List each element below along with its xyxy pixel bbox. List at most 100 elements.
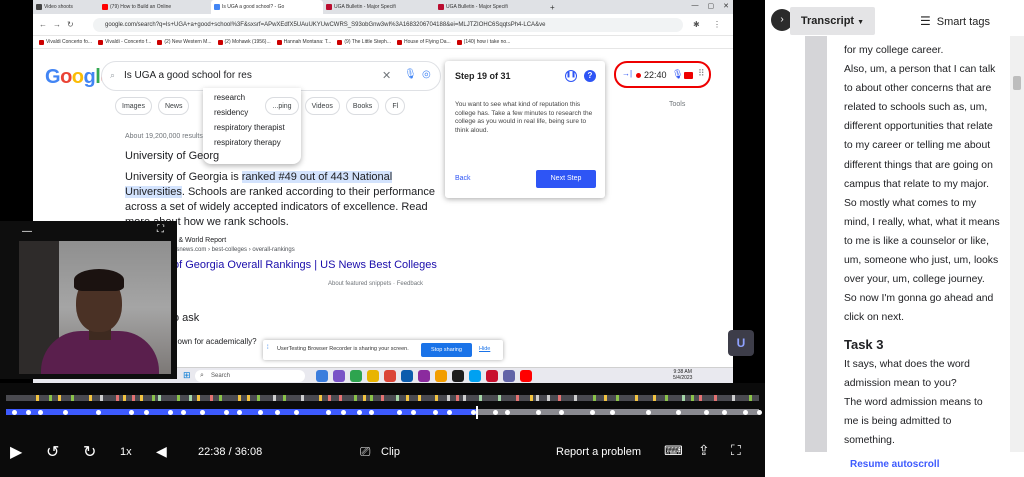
browser-tab[interactable]: UGA Bulletin - Major Specifi	[435, 0, 547, 14]
annotation-dot[interactable]	[200, 410, 205, 415]
annotation-dot[interactable]	[181, 410, 186, 415]
pause-icon[interactable]: ❚❚	[565, 70, 577, 82]
minimize-icon[interactable]: —	[692, 2, 699, 10]
annotation-dot[interactable]	[38, 410, 43, 415]
browser-tab[interactable]: (79) How to Build an Online	[99, 0, 211, 14]
camera-icon[interactable]	[684, 72, 693, 79]
menu-icon[interactable]: ⋮	[713, 20, 721, 29]
annotation-dot[interactable]	[471, 410, 476, 415]
annotation-dot[interactable]	[224, 410, 229, 415]
browser-tab[interactable]: Video shoots	[33, 0, 99, 14]
expand-webcam-icon[interactable]: ⛶	[157, 224, 164, 235]
back-button[interactable]: Back	[455, 175, 471, 182]
keyboard-icon[interactable]: ⌨	[664, 443, 683, 459]
bookmark[interactable]: (2) New Western M...	[157, 39, 212, 45]
transcript-dropdown[interactable]: Transcript ▼	[790, 7, 875, 35]
app-icon[interactable]	[418, 370, 430, 382]
extensions-icon[interactable]: ✱	[693, 20, 700, 29]
scrollbar[interactable]	[1010, 36, 1024, 452]
annotation-dot[interactable]	[536, 410, 541, 415]
annotation-dot[interactable]	[447, 410, 452, 415]
chip-flights[interactable]: Fl	[385, 97, 406, 115]
bookmark[interactable]: Hannah Montana: T...	[276, 39, 331, 45]
chip-shopping[interactable]: ...ping	[265, 97, 299, 115]
speed-button[interactable]: 1x	[120, 446, 132, 458]
app-icon[interactable]	[520, 370, 532, 382]
browser-tab[interactable]: UGA Bulletin - Major Specifi	[323, 0, 435, 14]
clip-icon[interactable]: ⎚	[360, 444, 370, 460]
app-icon[interactable]	[333, 370, 345, 382]
clear-icon[interactable]: ✕	[382, 69, 391, 82]
annotation-dot[interactable]	[12, 410, 17, 415]
annotation-dot[interactable]	[676, 410, 681, 415]
source-url[interactable]: usnews.com › best-colleges › overall-ran…	[173, 247, 295, 253]
annotation-dot[interactable]	[743, 410, 748, 415]
share-icon[interactable]: ⇪	[698, 442, 710, 459]
annotation-dot[interactable]	[397, 410, 402, 415]
annotation-dot[interactable]	[237, 410, 242, 415]
rewind-icon[interactable]: ↺	[46, 442, 59, 462]
people-also-ask-question[interactable]: nown for academically?	[173, 337, 257, 346]
annotation-dot[interactable]	[610, 410, 615, 415]
tools-button[interactable]: Tools	[669, 101, 685, 108]
annotation-dot[interactable]	[559, 410, 564, 415]
annotation-dot[interactable]	[722, 410, 727, 415]
bookmark[interactable]: (140) how i take no...	[456, 39, 510, 45]
app-icon[interactable]	[316, 370, 328, 382]
annotation-dot[interactable]	[590, 410, 595, 415]
mic-icon[interactable]: 🎙	[672, 69, 683, 80]
next-step-button[interactable]: Next Step	[536, 170, 596, 188]
mic-icon[interactable]: 🎙	[404, 69, 417, 80]
annotation-dot[interactable]	[505, 410, 510, 415]
annotation-dot[interactable]	[144, 410, 149, 415]
volume-icon[interactable]: ◀	[156, 443, 167, 460]
app-icon[interactable]	[367, 370, 379, 382]
featured-snippets-feedback[interactable]: About featured snippets · Feedback	[328, 281, 423, 287]
resume-autoscroll-button[interactable]: Resume autoscroll	[850, 459, 939, 470]
annotation-dot[interactable]	[493, 410, 498, 415]
app-icon[interactable]	[452, 370, 464, 382]
reload-icon[interactable]: ↻	[67, 20, 74, 29]
close-icon[interactable]: ✕	[723, 2, 729, 10]
chip-news[interactable]: News	[157, 97, 190, 115]
annotation-dot[interactable]	[411, 410, 416, 415]
annotation-dot[interactable]	[168, 410, 173, 415]
bookmark[interactable]: (2) Mohawk (1956)...	[217, 39, 271, 45]
suggestion[interactable]: respiratory therapist	[214, 123, 285, 132]
app-icon[interactable]	[350, 370, 362, 382]
playhead[interactable]	[476, 406, 479, 419]
annotation-dot[interactable]	[433, 410, 438, 415]
drag-handle-icon[interactable]: ⠿	[698, 68, 705, 79]
back-arrow-icon[interactable]: ←	[39, 20, 47, 29]
annotation-dot[interactable]	[275, 410, 280, 415]
bookmark[interactable]: (9) The Little Steph...	[337, 39, 391, 45]
annotation-dot[interactable]	[704, 410, 709, 415]
hide-link[interactable]: Hide	[479, 346, 490, 352]
browser-tab-active[interactable]: Is UGA a good school? - Go	[211, 0, 323, 14]
expand-arrow-icon[interactable]: →|	[622, 69, 632, 78]
annotation-dot[interactable]	[129, 410, 134, 415]
annotation-dot[interactable]	[26, 410, 31, 415]
bookmark[interactable]: Vivaldi Concerto fo...	[39, 39, 92, 45]
play-icon[interactable]: ▶	[10, 442, 22, 462]
forward-arrow-icon[interactable]: →	[53, 20, 61, 29]
app-icon[interactable]	[503, 370, 515, 382]
lens-icon[interactable]: ◎	[422, 69, 431, 80]
chip-videos[interactable]: Videos	[304, 97, 340, 115]
taskbar-search[interactable]: ⌕ Search	[195, 370, 305, 382]
annotation-dot[interactable]	[369, 410, 374, 415]
fullscreen-icon[interactable]: ⛶	[731, 442, 741, 459]
url-field[interactable]: google.com/search?q=Is+UGA+a+good+school…	[93, 18, 683, 32]
help-icon[interactable]: ?	[584, 70, 596, 82]
scrollbar-thumb[interactable]	[1013, 76, 1021, 90]
minimize-webcam-icon[interactable]: —	[22, 226, 32, 237]
app-icon[interactable]	[435, 370, 447, 382]
video-timeline[interactable]	[0, 392, 765, 422]
search-query[interactable]: Is UGA a good school for res	[124, 70, 252, 81]
session-video[interactable]: Video shoots (79) How to Build an Online…	[0, 0, 765, 383]
new-tab-icon[interactable]: +	[547, 0, 563, 14]
annotation-dot[interactable]	[326, 410, 331, 415]
windows-start-icon[interactable]: ⊞	[183, 370, 191, 381]
google-search-box[interactable]: ⌕ Is UGA a good school for res ✕ 🎙 ◎	[101, 61, 441, 91]
stop-sharing-button[interactable]: Stop sharing	[421, 343, 472, 357]
